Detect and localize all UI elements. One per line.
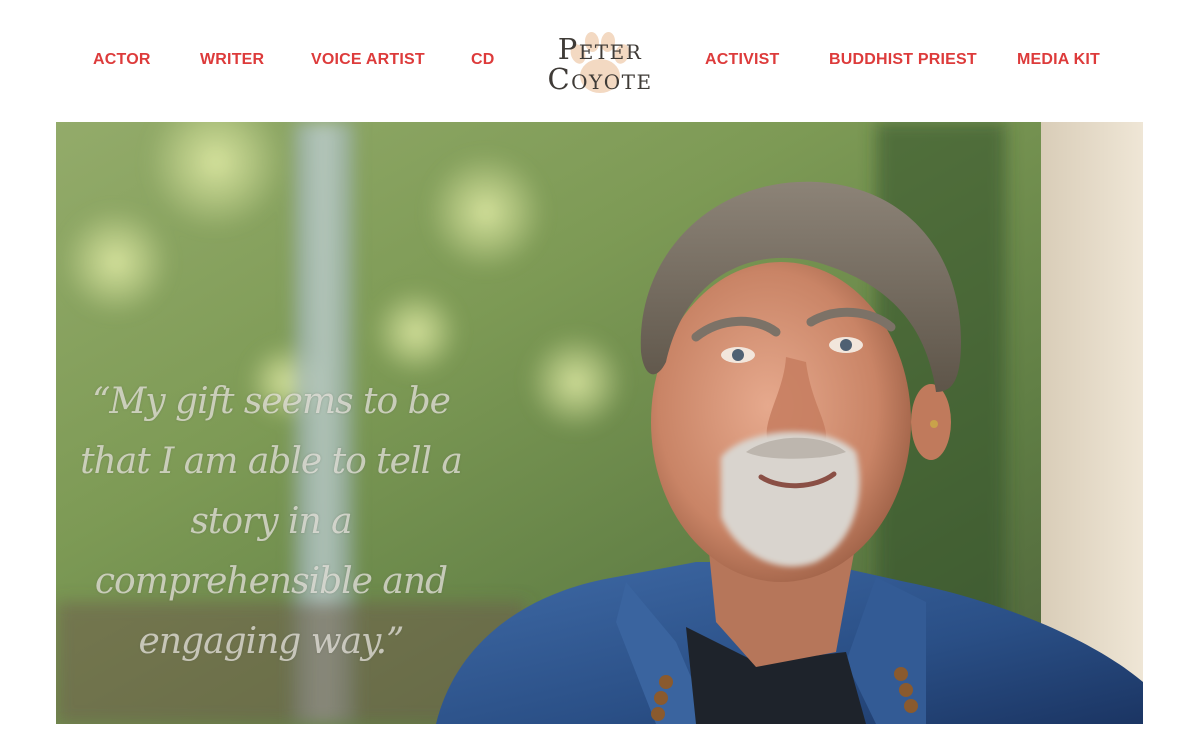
nav-item-buddhist-priest[interactable]: BUDDHIST PRIEST: [829, 51, 977, 69]
nav-item-media-kit[interactable]: MEDIA KIT: [1017, 51, 1100, 69]
hero-banner: “My gift seems to be that I am able to t…: [56, 122, 1143, 724]
nav-item-activist[interactable]: ACTIVIST: [705, 51, 780, 69]
nav-item-actor[interactable]: ACTOR: [93, 51, 151, 69]
hero-quote: “My gift seems to be that I am able to t…: [80, 381, 463, 662]
logo-text-last: Coyote: [547, 62, 653, 96]
site-logo[interactable]: Peter Coyote: [526, 24, 674, 100]
site-header: ACTOR WRITER VOICE ARTIST CD Peter Coyot…: [0, 0, 1200, 120]
nav-item-cd[interactable]: CD: [471, 51, 495, 69]
nav-item-voice-artist[interactable]: VOICE ARTIST: [311, 51, 425, 69]
nav-item-writer[interactable]: WRITER: [200, 51, 264, 69]
logo-text-first: Peter: [557, 32, 643, 66]
